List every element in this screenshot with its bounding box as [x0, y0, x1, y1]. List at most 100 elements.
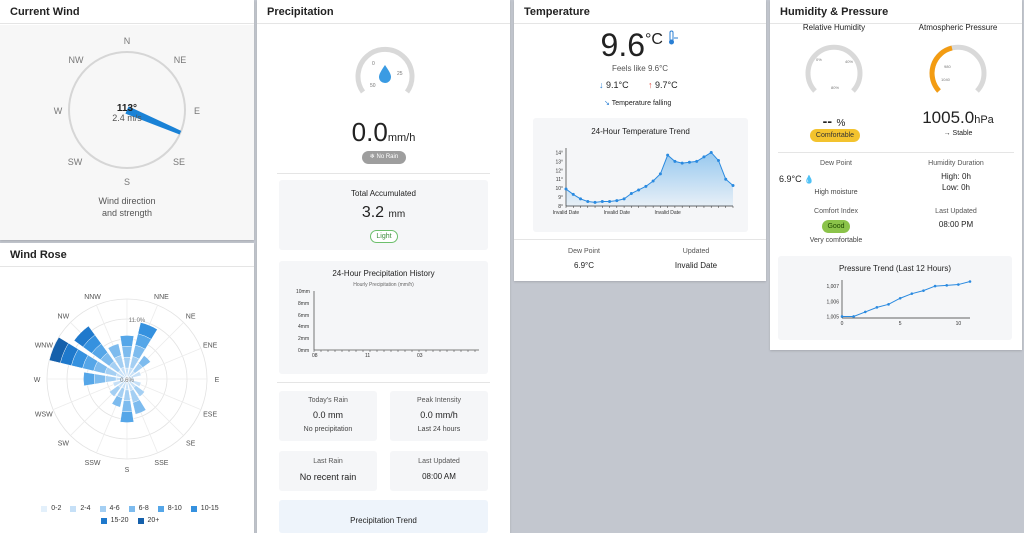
last-rain-panel: Last Rain No recent rain	[279, 451, 377, 491]
legend-label: 2-4	[80, 505, 91, 512]
temp-point	[615, 199, 619, 203]
temp-point	[731, 183, 735, 187]
comfort-badge: Comfortable	[810, 129, 860, 142]
temp-point	[622, 197, 626, 201]
compass-label-ne: NE	[174, 55, 187, 65]
pressure-point	[852, 315, 855, 318]
no-rain-badge: ❄ No Rain	[362, 151, 406, 164]
pressure-point	[887, 303, 890, 306]
temp-trend-text: Temperature falling	[611, 100, 672, 107]
compass-label-sw: SW	[68, 157, 83, 167]
legend-swatch	[70, 505, 77, 512]
precip-gauge-tick-0: 0	[372, 61, 375, 67]
rose-center-label: 0.6%	[120, 378, 134, 384]
legend-item-0[interactable]: 0-2	[41, 505, 61, 512]
rose-label-nnw: NNW	[84, 294, 101, 301]
compass-label-s: S	[124, 177, 130, 187]
compass-label-nw: NW	[69, 55, 84, 65]
rose-label-e: E	[215, 377, 220, 384]
todays-rain-note: No precipitation	[303, 426, 353, 433]
legend-item-4[interactable]: 8-10	[157, 505, 182, 512]
droplet-icon: 💧	[804, 175, 815, 184]
legend-swatch	[100, 517, 107, 524]
humidity-duration-high: High: 0h	[941, 172, 971, 181]
temperature-title: Temperature	[514, 0, 766, 24]
temp-updated-value: Invalid Date	[674, 261, 718, 270]
rose-label-sw: SW	[58, 441, 70, 448]
humidity-pressure-title: Humidity & Pressure	[770, 0, 1022, 24]
legend-item-6[interactable]: 15-20	[100, 517, 129, 524]
precip-ytick-8: 8mm	[298, 301, 309, 307]
rose-label-nne: NNE	[154, 294, 169, 301]
precipitation-gauge: 0 25 50	[355, 46, 415, 94]
pressure-point	[875, 306, 879, 309]
pressure-point	[898, 296, 902, 300]
precip-ytick-2: 2mm	[298, 336, 309, 342]
pressure-tick-980: 980	[944, 64, 951, 69]
thermometer-icon	[667, 30, 679, 51]
wind-compass: N NE E SE S SW W NW 113° 2.4 m/s	[54, 36, 200, 187]
precip-xtick-03: 03	[417, 353, 423, 359]
pressure-chart-panel: Pressure Trend (Last 12 Hours) 1,007 1,00…	[778, 256, 1012, 340]
temp-point	[687, 160, 691, 164]
temp-point	[586, 200, 590, 204]
compass-label-se: SE	[173, 157, 185, 167]
legend-swatch	[137, 517, 144, 524]
legend-item-2[interactable]: 4-6	[99, 505, 120, 512]
pressure-tick-1040: 1040	[941, 77, 951, 82]
peak-intensity-label: Peak Intensity	[417, 397, 461, 404]
peak-intensity-value: 0.0 mm/h	[420, 410, 458, 420]
pressure-trend-chart: 1,007 1,006 1,0050 5 10	[826, 280, 972, 327]
hp-dew-point-label: Dew Point	[820, 160, 852, 167]
precip-ytick-10: 10mm	[296, 289, 310, 295]
precip-trend-title: Precipitation Trend	[350, 516, 417, 525]
total-accumulated-unit: mm	[388, 209, 406, 220]
temp-max-value: 9.7°C	[655, 80, 678, 90]
pressure-reading: 1005.0hPa	[894, 108, 1022, 128]
temp-point	[695, 159, 699, 163]
temp-point	[651, 179, 655, 183]
precip-divider-2	[277, 382, 490, 383]
hp-last-updated-value: 08:00 PM	[938, 220, 974, 229]
legend-swatch	[128, 505, 135, 512]
peak-intensity-note: Last 24 hours	[417, 426, 461, 433]
wind-speed: 2.4 m/s	[112, 113, 142, 123]
wind-rose-title: Wind Rose	[0, 243, 254, 267]
temp-min: ↓ 9.1°C	[599, 80, 629, 90]
legend-item-7[interactable]: 20+	[137, 517, 159, 524]
temp-area	[566, 152, 733, 206]
legend-item-1[interactable]: 2-4	[70, 505, 91, 512]
rose-label-w: W	[34, 377, 41, 384]
precipitation-card: Precipitation 0 25 50 0.0mm/h ❄ No Rain …	[257, 0, 510, 533]
precip-ytick-4: 4mm	[298, 324, 309, 330]
temp-max: ↑ 9.7°C	[648, 80, 678, 90]
temp-trend: ↘ Temperature falling	[604, 99, 671, 107]
temp-ytick: 13°	[555, 159, 563, 165]
pressure-point	[968, 280, 972, 283]
legend-item-5[interactable]: 10-15	[190, 505, 219, 512]
legend-label: 15-20	[110, 517, 129, 524]
legend-swatch	[41, 505, 48, 512]
rose-label-se: SE	[186, 441, 196, 448]
precip-rate-value: 0.0	[351, 117, 388, 147]
pressure-point	[840, 315, 844, 318]
precip-last-updated-label: Last Updated	[418, 458, 460, 465]
temp-ytick: 9°	[558, 195, 563, 201]
temp-xtick-label: Invalid Date	[553, 210, 580, 216]
legend-item-3[interactable]: 6-8	[128, 505, 149, 512]
wind-rose-chart: N NNE NE ENE E ESE SE SSE S SSW SW WSW W WNW NW NNW 11.…	[34, 293, 220, 474]
compass-label-n: N	[124, 36, 131, 46]
intensity-badge: Light	[370, 230, 398, 243]
temp-point	[709, 150, 713, 154]
legend-label: 6-8	[138, 505, 149, 512]
arrow-up-icon: ↑	[648, 80, 653, 90]
hp-dew-point-value: 6.9°C	[779, 174, 802, 184]
temperature-value: 9.6	[600, 27, 646, 63]
precip-rate: 0.0mm/h	[257, 117, 510, 148]
legend-label: 4-6	[109, 505, 120, 512]
temp-ytick: 11°	[556, 177, 563, 183]
legend-label: 8-10	[167, 505, 182, 512]
current-wind-title: Current Wind	[0, 0, 254, 24]
rose-petals	[48, 322, 158, 423]
total-accumulated-value: 3.2	[361, 204, 385, 221]
